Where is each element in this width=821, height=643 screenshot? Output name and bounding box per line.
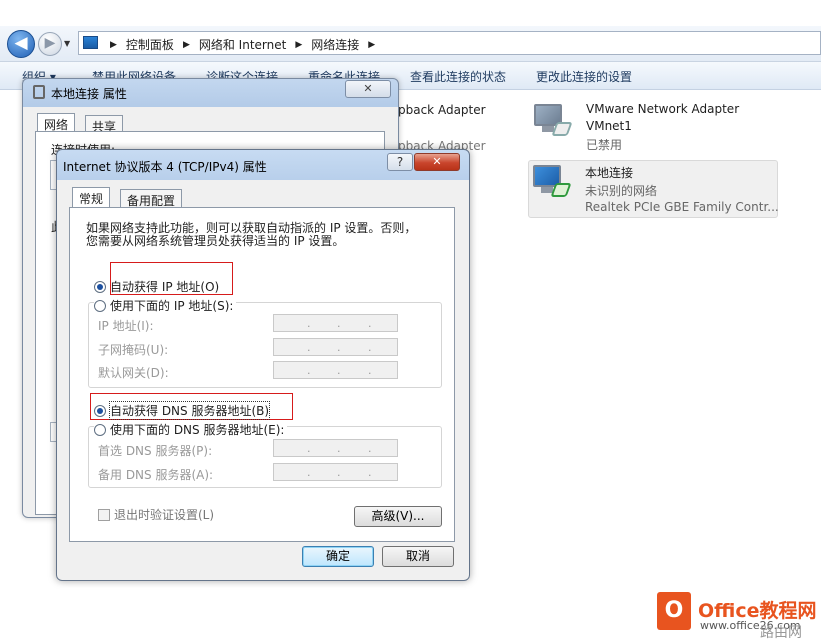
vmware-adapter-item[interactable]: VMware Network Adapter VMnet1 已禁用 (530, 100, 780, 155)
radio-unselected-icon (94, 299, 106, 312)
breadcrumb-control-panel[interactable]: 控制面板 (126, 36, 174, 53)
gateway-input[interactable]: ... (273, 361, 398, 379)
breadcrumb-network-connections[interactable]: 网络连接 (311, 36, 359, 53)
radio-selected-icon (94, 404, 106, 417)
watermark-extra: 路由网 (760, 625, 802, 641)
history-dropdown-icon[interactable]: ▼ (64, 39, 70, 48)
dialog-title: 本地连接 属性 (51, 87, 127, 101)
control-panel-icon (83, 36, 98, 49)
vmware-adapter-name: VMware Network Adapter (586, 102, 740, 116)
preferred-dns-label: 首选 DNS 服务器(P): (98, 444, 213, 458)
ok-button[interactable]: 确定 (302, 546, 374, 567)
help-button[interactable]: ? (387, 153, 413, 171)
tab-alternate-config[interactable]: 备用配置 (120, 189, 183, 208)
ip-address-label: IP 地址(I): (98, 319, 154, 333)
cancel-button[interactable]: 取消 (382, 546, 454, 567)
loopback-adapter-label[interactable]: pback Adapter (398, 103, 486, 117)
description-text: 如果网络支持此功能，则可以获取自动指派的 IP 设置。否则， 您需要从网络系统管… (86, 221, 417, 248)
office-logo-icon: O (657, 592, 691, 630)
chevron-right-icon[interactable]: ▶ (183, 40, 190, 50)
network-adapter-icon (530, 102, 573, 140)
radio-selected-icon (94, 280, 106, 293)
manual-dns-radio[interactable]: 使用下面的 DNS 服务器地址(E): (94, 421, 288, 438)
auto-ip-radio[interactable]: 自动获得 IP 地址(O) (94, 278, 219, 295)
radio-unselected-icon (94, 423, 106, 436)
auto-dns-radio[interactable]: 自动获得 DNS 服务器地址(B) (94, 401, 271, 420)
manual-ip-radio[interactable]: 使用下面的 IP 地址(S): (94, 297, 237, 314)
tab-sharing[interactable]: 共享 (85, 115, 124, 134)
checkbox-icon (98, 508, 110, 521)
alternate-dns-label: 备用 DNS 服务器(A): (98, 468, 214, 482)
chevron-right-icon[interactable]: ▶ (368, 40, 375, 50)
view-status-button[interactable]: 查看此连接的状态 (410, 68, 506, 85)
back-button[interactable]: ◀ (7, 30, 35, 58)
local-connection-item[interactable]: 本地连接 未识别的网络 Realtek PCIe GBE Family Cont… (528, 160, 779, 218)
tab-network[interactable]: 网络 (37, 113, 76, 132)
navigation-bar: ◀ ▶ ▼ ▶ 控制面板 ▶ 网络和 Internet ▶ 网络连接 ▶ (0, 26, 821, 62)
ip-address-input[interactable]: ... (273, 314, 398, 332)
close-button[interactable]: ✕ (414, 153, 460, 171)
local-connection-device: Realtek PCIe GBE Family Contr... (585, 200, 779, 214)
manual-ip-label: 使用下面的 IP 地址(S): (110, 299, 234, 313)
vmware-adapter-name-2: VMnet1 (586, 119, 632, 133)
breadcrumb: ▶ 控制面板 ▶ 网络和 Internet ▶ 网络连接 ▶ (105, 36, 380, 53)
breadcrumb-network-internet[interactable]: 网络和 Internet (199, 36, 286, 53)
auto-ip-label: 自动获得 IP 地址(O) (110, 280, 220, 294)
subnet-mask-input[interactable]: ... (273, 338, 398, 356)
address-bar[interactable]: ▶ 控制面板 ▶ 网络和 Internet ▶ 网络连接 ▶ (78, 31, 821, 55)
dialog-title: Internet 协议版本 4 (TCP/IPv4) 属性 (63, 160, 267, 174)
network-adapter-icon (529, 163, 572, 201)
subnet-mask-label: 子网掩码(U): (98, 343, 169, 357)
chevron-right-icon[interactable]: ▶ (295, 40, 302, 50)
network-plug-icon (33, 85, 45, 99)
manual-dns-label: 使用下面的 DNS 服务器地址(E): (110, 423, 285, 437)
validate-on-exit-checkbox[interactable]: 退出时验证设置(L) (98, 506, 214, 523)
chevron-right-icon[interactable]: ▶ (110, 40, 117, 50)
change-settings-button[interactable]: 更改此连接的设置 (536, 68, 632, 85)
validate-on-exit-label: 退出时验证设置(L) (114, 508, 215, 522)
local-connection-name: 本地连接 (585, 166, 634, 180)
alternate-dns-input[interactable]: ... (273, 463, 398, 481)
preferred-dns-input[interactable]: ... (273, 439, 398, 457)
auto-dns-label: 自动获得 DNS 服务器地址(B) (108, 401, 271, 420)
ipv4-properties-dialog: Internet 协议版本 4 (TCP/IPv4) 属性 ? ✕ 常规 备用配… (56, 149, 470, 581)
local-connection-status: 未识别的网络 (585, 184, 658, 198)
general-panel: 如果网络支持此功能，则可以获取自动指派的 IP 设置。否则， 您需要从网络系统管… (69, 207, 455, 542)
advanced-button[interactable]: 高级(V)... (354, 506, 442, 527)
vmware-adapter-status: 已禁用 (586, 138, 623, 152)
tab-general[interactable]: 常规 (72, 187, 111, 208)
close-button[interactable]: ✕ (345, 80, 391, 98)
gateway-label: 默认网关(D): (98, 366, 169, 380)
forward-button[interactable]: ▶ (38, 32, 62, 56)
